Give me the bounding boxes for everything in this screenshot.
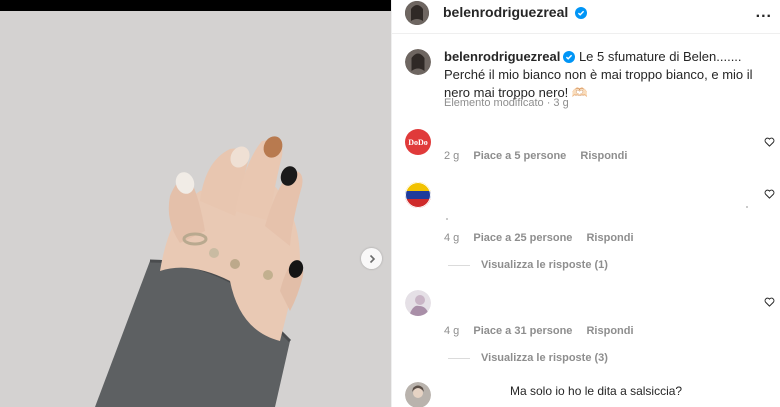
- comment-text: Ma solo io ho le dita a salsiccia?: [510, 384, 683, 398]
- media-top-bar: [0, 0, 391, 11]
- post-caption: belenrodriguezreal Le 5 sfumature di Bel…: [444, 48, 764, 102]
- reply-button[interactable]: Rispondi: [580, 150, 627, 162]
- comment-item: 4 g Piace a 25 persone Rispondi Visualiz…: [392, 182, 780, 277]
- comment-likes[interactable]: Piace a 25 persone: [473, 232, 572, 244]
- view-replies-button[interactable]: Visualizza le risposte (1): [448, 259, 608, 271]
- heart-icon[interactable]: [764, 189, 775, 199]
- comment-meta: 4 g Piace a 25 persone Rispondi: [444, 232, 645, 244]
- dodo-logo-text: DoDo: [408, 137, 428, 147]
- comment-item: 4 g Piace a 31 persone Rispondi Visualiz…: [392, 290, 780, 370]
- comment-avatar[interactable]: [405, 290, 431, 316]
- comment-age: 4 g: [444, 325, 460, 337]
- comment-age: 2 g: [444, 150, 460, 162]
- comment-item: DoDo 2 g Piace a 5 persone Rispondi: [392, 129, 780, 169]
- hand-nails-photo: [0, 11, 391, 407]
- verified-badge-icon: [563, 51, 576, 63]
- verified-badge-icon: [574, 7, 587, 19]
- comment-item: Ma solo io ho le dita a salsiccia?: [392, 382, 780, 407]
- caption-username[interactable]: belenrodriguezreal: [444, 49, 560, 64]
- reply-button[interactable]: Rispondi: [586, 232, 633, 244]
- heart-icon[interactable]: [764, 137, 775, 147]
- post-side-panel: belenrodriguezreal ... belenrodriguezrea…: [391, 0, 780, 407]
- comment-meta: 4 g Piace a 31 persone Rispondi: [444, 325, 645, 337]
- post-media: [0, 0, 391, 407]
- view-replies-button[interactable]: Visualizza le risposte (3): [448, 352, 608, 364]
- comment-meta: 2 g Piace a 5 persone Rispondi: [444, 150, 638, 162]
- author-avatar[interactable]: [405, 1, 429, 25]
- caption-avatar[interactable]: [405, 49, 431, 75]
- reply-button[interactable]: Rispondi: [586, 325, 633, 337]
- comment-avatar[interactable]: DoDo: [405, 129, 431, 155]
- next-media-button[interactable]: [361, 248, 382, 269]
- view-replies-label: Visualizza le risposte (3): [481, 352, 608, 364]
- comment-avatar[interactable]: [405, 182, 431, 208]
- heart-icon[interactable]: [764, 297, 775, 307]
- view-replies-label: Visualizza le risposte (1): [481, 259, 608, 271]
- comment-age: 4 g: [444, 232, 460, 244]
- author-username[interactable]: belenrodriguezreal: [443, 4, 568, 20]
- chevron-right-icon: [369, 254, 375, 263]
- post-header: belenrodriguezreal ...: [392, 0, 780, 34]
- caption-meta: Elemento modificato · 3 g: [444, 97, 569, 109]
- comment-likes[interactable]: Piace a 5 persone: [473, 150, 566, 162]
- comment-avatar[interactable]: [405, 382, 431, 407]
- more-options-icon[interactable]: ...: [756, 4, 772, 22]
- comment-likes[interactable]: Piace a 31 persone: [473, 325, 572, 337]
